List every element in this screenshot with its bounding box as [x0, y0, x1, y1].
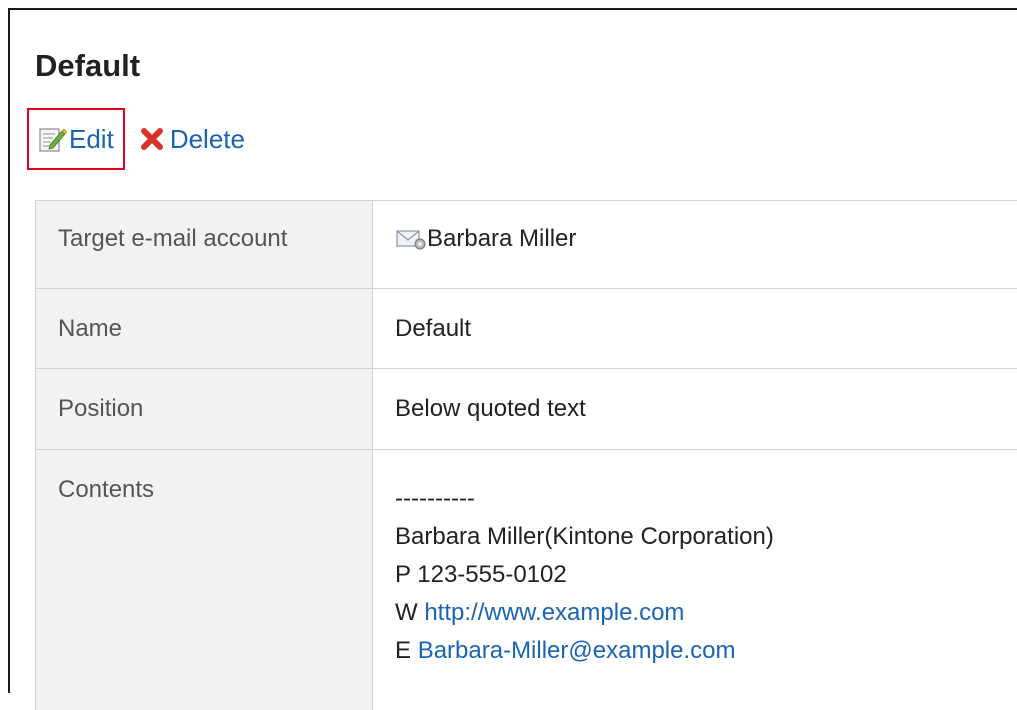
signature-phone-line: P 123-555-0102: [395, 556, 1017, 594]
target-account-value: Barbara Miller: [373, 201, 1017, 289]
table-row: Position Below quoted text: [36, 369, 1017, 450]
signature-name-line: Barbara Miller(Kintone Corporation): [395, 518, 1017, 556]
page-title: Default: [35, 48, 140, 84]
position-label: Position: [36, 369, 373, 450]
table-row: Name Default: [36, 289, 1017, 369]
table-row: Contents ---------- Barbara Miller(Kinto…: [36, 450, 1017, 710]
edit-label: Edit: [69, 124, 114, 155]
edit-highlight-box: Edit: [27, 108, 125, 170]
target-account-name: Barbara Miller: [427, 225, 576, 253]
signature-details-table: Target e-mail account Barbara Miller: [35, 200, 1017, 710]
delete-link[interactable]: Delete: [140, 124, 245, 155]
web-prefix: W: [395, 599, 424, 626]
signature-email-line: E Barbara-Miller@example.com: [395, 632, 1017, 670]
table-row: Target e-mail account Barbara Miller: [36, 201, 1017, 289]
email-prefix: E: [395, 637, 418, 664]
signature-web-line: W http://www.example.com: [395, 594, 1017, 632]
name-label: Name: [36, 289, 373, 369]
contents-value: ---------- Barbara Miller(Kintone Corpor…: [373, 450, 1017, 710]
name-value: Default: [373, 289, 1017, 369]
delete-x-icon: [140, 127, 164, 151]
contents-label: Contents: [36, 450, 373, 710]
target-account-label: Target e-mail account: [36, 201, 373, 289]
email-link[interactable]: Barbara-Miller@example.com: [418, 637, 736, 664]
action-bar: Edit Delete: [27, 106, 245, 172]
edit-link[interactable]: Edit: [37, 124, 114, 155]
signature-separator: ----------: [395, 480, 1017, 518]
website-link[interactable]: http://www.example.com: [424, 599, 684, 626]
delete-label: Delete: [170, 124, 245, 155]
position-value: Below quoted text: [373, 369, 1017, 450]
mail-account-icon: [395, 227, 427, 251]
edit-icon: [37, 124, 67, 154]
target-account: Barbara Miller: [395, 225, 1017, 253]
content-panel: Default Edit: [8, 8, 1017, 693]
